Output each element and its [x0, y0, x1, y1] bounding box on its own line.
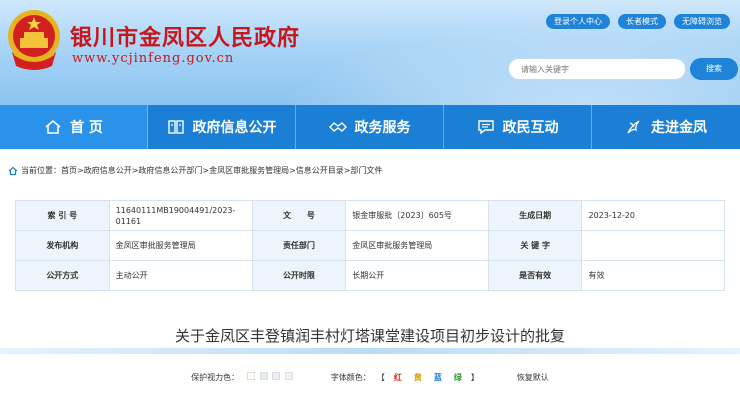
doc-info-table: 索 引 号 11640111MB19004491/2023-01161 文 号 … [15, 200, 725, 291]
nav-item-home[interactable]: 首 页 [0, 105, 148, 149]
period-label: 公开时限 [251, 260, 347, 291]
chat-icon [477, 120, 494, 135]
main-nav: 首 页 政府信息公开 政务服务 政民互动 走进金凤 [0, 105, 740, 149]
handshake-icon [328, 122, 347, 132]
nav-item-about[interactable]: 走进金凤 [592, 105, 740, 149]
table-row: 发布机构 金凤区审批服务管理局 责任部门 金凤区审批服务管理局 关 键 字 [15, 230, 725, 261]
eye-color-swatch[interactable] [272, 372, 281, 380]
search-button[interactable]: 搜索 [690, 58, 738, 80]
document-title: 关于金凤区丰登镇润丰村灯塔课堂建设项目初步设计的批复 [174, 327, 565, 345]
nav-item-label: 政府信息公开 [192, 120, 277, 136]
index-no-label: 索 引 号 [15, 200, 110, 231]
book-icon [167, 120, 184, 134]
publisher-value: 金凤区审批服务管理局 [108, 230, 253, 261]
font-color-blue[interactable]: 蓝 [434, 372, 442, 383]
reading-tools: 保护视力色： 字体颜色： 【 红 黄 蓝 绿 】 恢复默认 [0, 370, 740, 384]
search-input[interactable]: 请输入关键字 [508, 58, 686, 80]
eye-color-swatch[interactable] [259, 372, 268, 380]
top-links: 登录个人中心 长者模式 无障碍浏览 [546, 14, 730, 29]
doc-no-value: 银金审服批〔2023〕605号 [345, 200, 489, 231]
home-icon [45, 119, 61, 134]
nav-item-label: 走进金凤 [651, 120, 707, 136]
index-no-value: 11640111MB19004491/2023-01161 [108, 200, 253, 231]
dept-value: 金凤区审批服务管理局 [345, 230, 489, 261]
date-value: 2023-12-20 [581, 200, 725, 231]
login-link[interactable]: 登录个人中心 [546, 14, 610, 29]
nav-item-label: 首 页 [70, 120, 103, 136]
phoenix-icon [627, 120, 640, 134]
font-color-green[interactable]: 绿 [454, 372, 462, 383]
font-color-label: 字体颜色： [330, 372, 371, 382]
nav-item-label: 政民互动 [502, 120, 559, 136]
period-value: 长期公开 [345, 260, 489, 291]
doc-no-label: 文 号 [251, 200, 347, 231]
validity-label: 是否有效 [487, 260, 583, 291]
validity-value: 有效 [581, 260, 725, 291]
breadcrumb: 当前位置：首页>政府信息公开>政府信息公开部门>金凤区审批服务管理局>信息公开目… [8, 165, 383, 176]
site-title: 银川市金凤区人民政府 [70, 25, 301, 51]
keyword-label: 关 键 字 [487, 230, 583, 261]
breadcrumb-text[interactable]: 当前位置：首页>政府信息公开>政府信息公开部门>金凤区审批服务管理局>信息公开目… [21, 165, 383, 176]
nav-item-interaction[interactable]: 政民互动 [444, 105, 592, 149]
bracket-open: 【 [376, 372, 385, 382]
home-icon [8, 166, 18, 175]
nav-item-services[interactable]: 政务服务 [296, 105, 444, 149]
dept-label: 责任部门 [251, 230, 347, 261]
eye-color-swatch[interactable] [284, 372, 293, 380]
table-row: 公开方式 主动公开 公开时限 长期公开 是否有效 有效 [15, 260, 725, 291]
eye-color-swatches [245, 372, 293, 382]
accessibility-link[interactable]: 无障碍浏览 [674, 14, 730, 29]
keyword-value [581, 230, 725, 261]
font-color-yellow[interactable]: 黄 [414, 372, 422, 383]
publisher-label: 发布机构 [15, 230, 110, 261]
bracket-close: 】 [470, 372, 479, 382]
date-label: 生成日期 [487, 200, 583, 231]
eye-color-swatch[interactable] [247, 372, 256, 380]
disclosure-label: 公开方式 [15, 260, 110, 291]
nav-item-gov-info[interactable]: 政府信息公开 [148, 105, 296, 149]
eye-color-label: 保护视力色： [191, 372, 240, 382]
disclosure-value: 主动公开 [108, 260, 253, 291]
national-emblem-icon [8, 10, 60, 70]
elder-mode-link[interactable]: 长者模式 [618, 14, 666, 29]
title-divider [0, 348, 740, 354]
site-url: www.ycjinfeng.gov.cn [72, 51, 235, 66]
table-row: 索 引 号 11640111MB19004491/2023-01161 文 号 … [15, 200, 725, 231]
font-color-red[interactable]: 红 [394, 372, 402, 383]
reset-default-button[interactable]: 恢复默认 [517, 372, 549, 383]
site-header: 银川市金凤区人民政府 www.ycjinfeng.gov.cn 登录个人中心 长… [0, 0, 740, 105]
nav-item-label: 政务服务 [354, 120, 411, 136]
